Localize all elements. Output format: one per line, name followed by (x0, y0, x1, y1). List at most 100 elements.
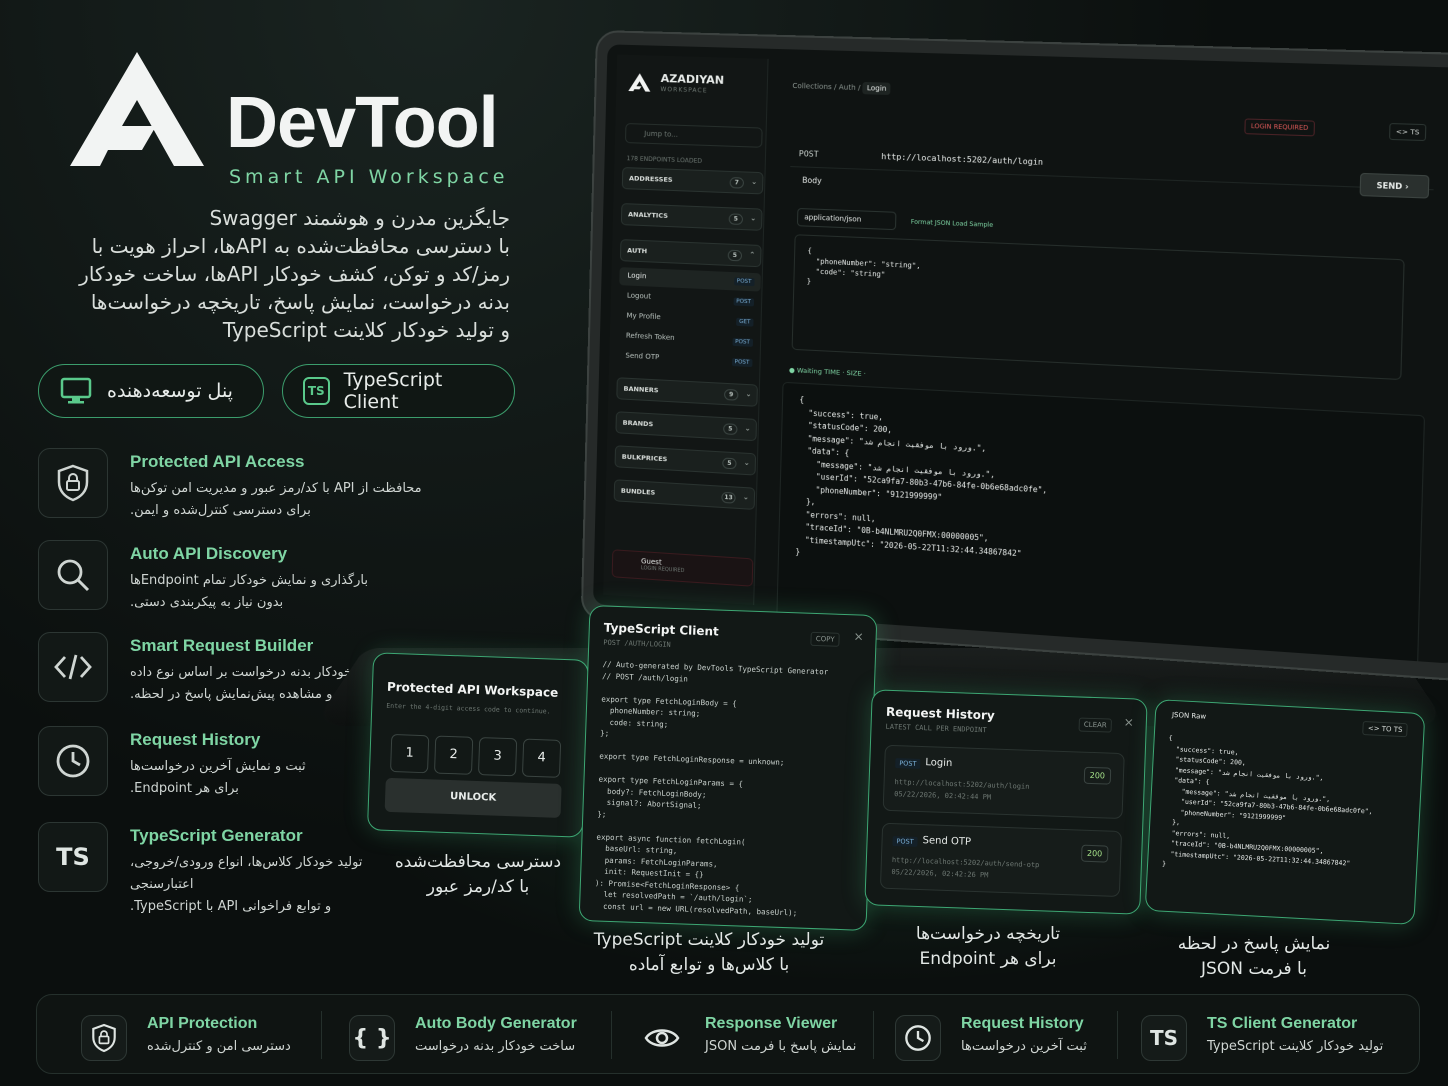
tab-body[interactable]: Body (802, 176, 822, 186)
search-icon (38, 540, 108, 610)
feature-title: Protected API Access (130, 452, 304, 472)
ts-icon: TS (303, 377, 330, 405)
history-sub: LATEST CALL PER ENDPOINT (885, 723, 986, 735)
jump-search-input[interactable]: Jump to... (625, 123, 763, 148)
clock-icon (38, 726, 108, 796)
monitor-icon (59, 376, 93, 406)
close-icon[interactable]: × (853, 629, 864, 643)
dev-panel-button[interactable]: پنل توسعه‌دهنده (38, 364, 264, 418)
divider (321, 1011, 322, 1059)
ts-card-title: TypeScript Client (604, 621, 719, 639)
workspace-name: AZADIYAN (661, 72, 725, 87)
ts-icon: TS (1141, 1015, 1187, 1061)
chevron-down-icon: ⌄ (745, 424, 751, 432)
group-brands[interactable]: BRANDS 5 ⌄ (615, 411, 757, 441)
intro-line: با دسترسی محافظت‌شده به APIها، احراز هوی… (36, 232, 510, 260)
brand-tagline: Smart API Workspace (229, 166, 508, 188)
feature-desc: بارگذاری و نمایش خودکار تمام Endpointها ب… (130, 570, 430, 614)
dev-panel-label: پنل توسعه‌دهنده (107, 380, 233, 402)
devtool-logo-icon (70, 52, 204, 166)
intro-line: رمز/کد و توکن، کشف خودکار APIها، ساخت خو… (36, 260, 510, 288)
chevron-down-icon: ⌄ (751, 178, 757, 186)
intro-line: و تولید خودکار کلاینت TypeScript (36, 316, 510, 344)
chevron-down-icon: ⌄ (743, 493, 749, 501)
ts-code: // Auto-generated by DevTools TypeScript… (594, 659, 828, 920)
chevron-down-icon: ⌄ (744, 459, 750, 467)
feature-title: Request History (130, 730, 260, 750)
to-ts-button[interactable]: <> TO TS (1362, 721, 1407, 737)
group-banners[interactable]: BANNERS 9 ⌄ (616, 377, 758, 407)
history-title: Request History (886, 705, 995, 723)
divider (611, 1011, 612, 1059)
unlock-button[interactable]: UNLOCK (385, 778, 562, 818)
pin-digit[interactable]: 1 (390, 734, 429, 773)
laptop-mockup: AZADIYAN WORKSPACE Jump to... 178 ENDPOI… (560, 30, 1440, 670)
feature-auto-discovery: Auto API Discovery بارگذاری و نمایش خودک… (38, 540, 508, 610)
shield-lock-icon (38, 448, 108, 518)
url-input[interactable]: http://localhost:5202/auth/login (881, 152, 1043, 167)
ts-client-card: TypeScript Client POST /AUTH/LOGIN COPY … (579, 605, 878, 931)
close-icon[interactable]: × (1124, 715, 1135, 729)
pin-digit[interactable]: 2 (434, 736, 473, 775)
feature-title: Auto API Discovery (130, 544, 287, 564)
ts-icon: TS (38, 822, 108, 892)
ts-client-button[interactable]: TS TypeScript Client (282, 364, 515, 418)
history-card: Request History LATEST CALL PER ENDPOINT… (864, 689, 1147, 915)
send-button[interactable]: SEND › (1360, 173, 1430, 199)
group-addresses[interactable]: ADDRESSES 7 ⌄ (622, 167, 764, 194)
pin-caption: دسترسی محافظت‌شده با کد/رمز عبور (370, 850, 586, 900)
braces-icon: { } (349, 1015, 395, 1061)
content-type-select[interactable]: application/json (797, 208, 897, 230)
code-icon (38, 632, 108, 702)
json-response: { "success": true, "statusCode": 200, "m… (1162, 733, 1376, 880)
history-item[interactable]: POST Login http://localhost:5202/auth/log… (883, 745, 1125, 819)
clock-icon (895, 1015, 941, 1061)
group-bulkprices[interactable]: BULKPRICES 5 ⌄ (615, 445, 757, 475)
feature-protected-api: Protected API Access محافظت از API با کد… (38, 448, 508, 518)
app-screen: AZADIYAN WORKSPACE Jump to... 178 ENDPOI… (593, 44, 1448, 664)
clear-button[interactable]: CLEAR (1079, 718, 1112, 733)
to-ts-button[interactable]: <> TS (1389, 123, 1426, 141)
endpoints-loaded: 178 ENDPOINTS LOADED (626, 155, 702, 165)
ts-card-sub: POST /AUTH/LOGIN (603, 639, 671, 649)
shield-lock-icon (81, 1015, 127, 1061)
feature-title: Smart Request Builder (130, 636, 313, 656)
copy-button[interactable]: COPY (811, 632, 840, 647)
pin-digit[interactable]: 4 (522, 739, 561, 778)
status-indicator: ● Waiting TIME · SIZE · (789, 366, 866, 378)
feature-title: TypeScript Generator (130, 826, 303, 846)
intro-line: بدنه درخواست، نمایش پاسخ، تاریخچه درخواس… (36, 288, 510, 316)
chevron-down-icon: ⌄ (745, 390, 751, 398)
group-auth[interactable]: AUTH 5 ⌃ (620, 239, 762, 267)
workspace-sub: WORKSPACE (660, 86, 707, 94)
pin-title: Protected API Workspace (387, 680, 559, 700)
divider (873, 1011, 874, 1059)
pin-sub: Enter the 4-digit access code to continu… (386, 702, 551, 716)
group-bundles[interactable]: BUNDLES 13 ⌄ (614, 479, 756, 510)
guest-login-button[interactable]: Guest LOGIN REQUIRED (612, 549, 754, 586)
history-item[interactable]: POST Send OTP http://localhost:5202/auth/… (880, 823, 1122, 897)
sidebar: AZADIYAN WORKSPACE Jump to... 178 ENDPOI… (603, 55, 768, 605)
json-card: JSON Raw <> TO TS { "success": true, "st… (1145, 699, 1426, 925)
login-required-badge: LOGIN REQUIRED (1244, 118, 1315, 136)
eye-icon (639, 1015, 685, 1061)
chevron-down-icon: ⌄ (750, 214, 756, 222)
history-caption: تاریخچه درخواست‌ها برای هر Endpoint (880, 922, 1096, 972)
intro-line: جایگزین مدرن و هوشمند Swagger (36, 204, 510, 232)
format-links[interactable]: Format JSON Load Sample (911, 219, 994, 229)
json-caption: نمایش پاسخ در لحظه با فرمت JSON (1146, 932, 1362, 982)
request-body-editor[interactable]: { "phoneNumber": "string", "code": "stri… (792, 234, 1405, 380)
ts-client-label: TypeScript Client (344, 369, 494, 413)
brand-name: DevTool (226, 82, 498, 164)
method-select[interactable]: POST (799, 149, 819, 159)
group-analytics[interactable]: ANALYTICS 5 ⌄ (621, 203, 763, 231)
intro-text: جایگزین مدرن و هوشمند Swagger با دسترسی … (36, 204, 510, 344)
pin-digit[interactable]: 3 (478, 737, 517, 776)
json-tabs[interactable]: JSON Raw (1172, 711, 1207, 721)
feature-desc: محافظت از API با کد/رمز عبور و مدیریت ام… (130, 478, 430, 522)
pin-card: Protected API Workspace Enter the 4-digi… (367, 652, 589, 837)
laptop-lid: AZADIYAN WORKSPACE Jump to... 178 ENDPOI… (581, 30, 1448, 682)
url-bar[interactable]: POST http://localhost:5202/auth/login (790, 143, 1434, 191)
breadcrumb: Collections / Auth / Login (792, 82, 890, 93)
workspace-logo-icon (628, 73, 650, 92)
